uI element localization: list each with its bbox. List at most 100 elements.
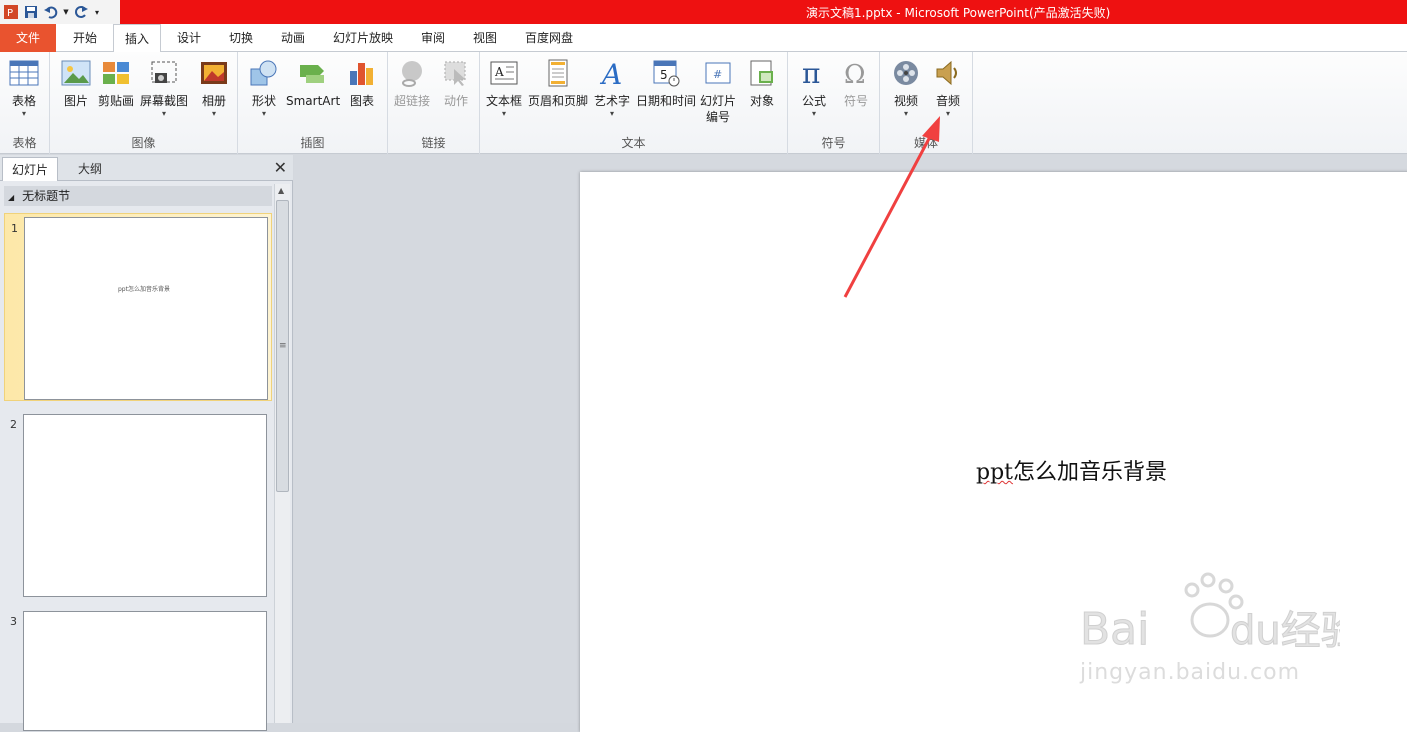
wordart-icon: A: [596, 56, 628, 90]
collapse-triangle-icon: ◢: [8, 193, 15, 202]
group-illustrations: 形状 ▾ SmartArt 图表 插图: [238, 52, 388, 154]
screenshot-icon: [148, 56, 180, 90]
slide-thumbnail-3[interactable]: 3: [4, 607, 272, 731]
equation-button[interactable]: π 公式 ▾: [798, 56, 830, 119]
screenshot-button[interactable]: 屏幕截图 ▾: [140, 56, 188, 119]
slide-thumbnail-2[interactable]: 2: [4, 410, 272, 600]
title-bar-background: [120, 0, 1407, 24]
undo-dropdown-icon[interactable]: ▼: [62, 3, 70, 21]
svg-text:A: A: [599, 59, 622, 87]
shapes-button[interactable]: 形状 ▾: [248, 56, 280, 119]
section-header[interactable]: ◢ 无标题节: [4, 186, 272, 206]
omega-icon: Ω: [840, 56, 872, 90]
chevron-down-icon: ▾: [261, 109, 266, 118]
hyperlink-button[interactable]: 超链接: [394, 56, 430, 109]
table-button[interactable]: 表格 ▾: [8, 56, 40, 119]
tab-review[interactable]: 审阅: [410, 24, 456, 52]
close-icon[interactable]: ✕: [274, 158, 287, 177]
smartart-button[interactable]: SmartArt: [286, 56, 340, 109]
action-icon: [440, 56, 472, 90]
tab-home[interactable]: 开始: [62, 24, 108, 52]
group-media: 视频 ▾ 音频 ▾ 媒体: [880, 52, 973, 154]
photo-album-icon: [198, 56, 230, 90]
tab-animations[interactable]: 动画: [270, 24, 316, 52]
tab-insert[interactable]: 插入: [113, 24, 161, 53]
chevron-down-icon: ▾: [610, 109, 615, 118]
svg-text:A: A: [494, 65, 504, 79]
picture-icon: [60, 56, 92, 90]
pane-scrollbar[interactable]: ▲ ≡: [274, 184, 290, 723]
thumbnail-text: ppt怎么加音乐背景: [118, 286, 170, 293]
group-images: 图片 剪贴画 屏幕截图 ▾ 相册 ▾ 图像: [50, 52, 238, 154]
thumbnail-preview: ppt怎么加音乐背景: [24, 217, 268, 400]
smartart-icon: [297, 56, 329, 90]
svg-text:Bai: Bai: [1080, 604, 1149, 655]
powerpoint-logo-icon[interactable]: P: [2, 3, 20, 21]
chevron-down-icon: ▾: [21, 109, 26, 118]
clipart-icon: [100, 56, 132, 90]
chevron-down-icon: ▾: [811, 109, 816, 118]
hyperlink-globe-icon: [396, 56, 428, 90]
slide-number-button[interactable]: # 幻灯片 编号: [700, 56, 736, 125]
slide-text-box[interactable]: ppt怎么加音乐背景: [976, 454, 1167, 486]
textbox-button[interactable]: A 文本框 ▾: [486, 56, 522, 119]
watermark-url: jingyan.baidu.com: [1080, 660, 1301, 685]
slide-thumbnail-1[interactable]: 1 ppt怎么加音乐背景: [4, 213, 272, 401]
shapes-icon: [248, 56, 280, 90]
svg-text:Ω: Ω: [844, 60, 866, 87]
svg-text:#: #: [713, 68, 722, 81]
picture-button[interactable]: 图片: [60, 56, 92, 109]
photo-album-button[interactable]: 相册 ▾: [198, 56, 230, 119]
group-tables: 表格 ▾ 表格: [0, 52, 50, 154]
chart-button[interactable]: 图表: [346, 56, 378, 109]
tab-slideshow[interactable]: 幻灯片放映: [322, 24, 404, 52]
textbox-icon: A: [488, 56, 520, 90]
group-links: 超链接 动作 链接: [388, 52, 480, 154]
svg-text:5: 5: [660, 68, 668, 82]
baidu-jingyan-watermark: Bai du经验 jingyan.baidu.com: [1080, 572, 1361, 692]
tab-baidu-netdisk[interactable]: 百度网盘: [514, 24, 584, 52]
thumbnail-preview: [23, 611, 267, 731]
redo-icon[interactable]: [72, 3, 90, 21]
video-button[interactable]: 视频 ▾: [890, 56, 922, 119]
save-icon[interactable]: [22, 3, 40, 21]
object-button[interactable]: 对象: [746, 56, 778, 109]
thumbnail-preview: [23, 414, 267, 597]
slides-pane: 幻灯片 大纲 ✕ ◢ 无标题节 1 ppt怎么加音乐背景 2 3 ▲ ≡: [0, 155, 293, 731]
chart-icon: [346, 56, 378, 90]
undo-icon[interactable]: [42, 3, 60, 21]
date-time-button[interactable]: 5 日期和时间: [636, 56, 696, 109]
svg-text:π: π: [802, 59, 820, 87]
symbol-button[interactable]: Ω 符号: [840, 56, 872, 109]
tab-view[interactable]: 视图: [462, 24, 508, 52]
header-footer-icon: [542, 56, 574, 90]
baidu-paw-logo-icon: Bai du经验: [1080, 572, 1361, 656]
pi-icon: π: [798, 56, 830, 90]
chevron-down-icon: ▾: [211, 109, 216, 118]
clipart-button[interactable]: 剪贴画: [98, 56, 134, 109]
tab-design[interactable]: 设计: [166, 24, 212, 52]
chevron-down-icon: ▾: [945, 109, 950, 118]
tab-outline[interactable]: 大纲: [60, 157, 120, 181]
tab-file[interactable]: 文件: [0, 24, 56, 52]
audio-button[interactable]: 音频 ▾: [932, 56, 964, 119]
speaker-icon: [932, 56, 964, 90]
header-footer-button[interactable]: 页眉和页脚: [528, 56, 588, 109]
customize-toolbar-icon[interactable]: ▾: [92, 3, 102, 21]
group-text: A 文本框 ▾ 页眉和页脚 A 艺术字 ▾ 5 日期和时间 # 幻灯片 编号 对…: [480, 52, 788, 154]
title-bar: P ▼ ▾ 演示文稿1.pptx - Microsoft PowerPoint(…: [0, 0, 1407, 24]
film-reel-icon: [890, 56, 922, 90]
scroll-up-icon[interactable]: ▲: [278, 186, 284, 195]
tab-transitions[interactable]: 切换: [218, 24, 264, 52]
ribbon: 表格 ▾ 表格 图片 剪贴画 屏幕截图 ▾ 相册 ▾ 图像 形状 ▾ Smart…: [0, 52, 1407, 154]
section-title: 无标题节: [22, 189, 71, 203]
object-icon: [746, 56, 778, 90]
ribbon-tabs: 文件 开始 插入 设计 切换 动画 幻灯片放映 审阅 视图 百度网盘: [0, 24, 1407, 53]
action-button[interactable]: 动作: [440, 56, 472, 109]
chevron-down-icon: ▾: [903, 109, 908, 118]
scroll-thumb[interactable]: ≡: [276, 200, 289, 492]
table-icon: [8, 56, 40, 90]
quick-access-toolbar: P ▼ ▾: [0, 0, 120, 24]
tab-slides[interactable]: 幻灯片: [2, 157, 58, 181]
wordart-button[interactable]: A 艺术字 ▾: [594, 56, 630, 119]
